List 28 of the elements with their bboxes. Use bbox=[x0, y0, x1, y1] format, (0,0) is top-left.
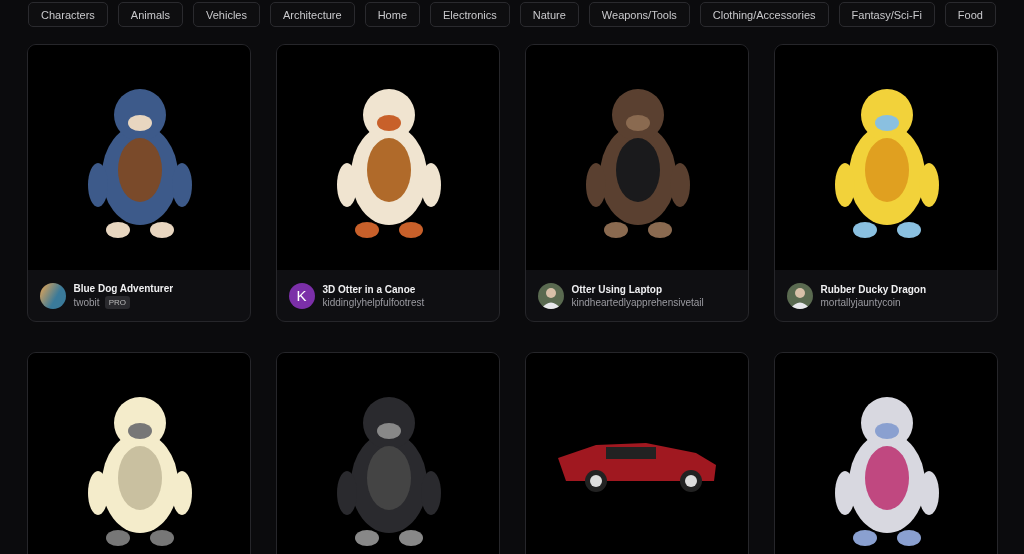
model-card[interactable]: Blue Dog Adventurer twobit PRO bbox=[26, 44, 251, 322]
category-chip[interactable]: Fantasy/Sci-Fi bbox=[838, 2, 935, 27]
author-name[interactable]: mortallyjauntycoin bbox=[820, 296, 901, 308]
category-chip[interactable]: Nature bbox=[519, 2, 579, 27]
model-card[interactable]: Otter Using Laptop kindheartedlyapprehensivetail bbox=[524, 44, 749, 322]
category-chip[interactable]: Food bbox=[944, 2, 996, 27]
category-chip[interactable]: Architecture bbox=[269, 2, 355, 27]
pro-badge: PRO bbox=[104, 295, 130, 309]
model-title: 3D Otter in a Canoe bbox=[322, 283, 417, 295]
model-card[interactable]: Rubber Ducky Dragon mortallyjauntycoin bbox=[773, 44, 998, 322]
model-title: Otter Using Laptop bbox=[571, 283, 664, 295]
category-chip[interactable]: Weapons/Tools bbox=[588, 2, 690, 27]
category-chip[interactable]: Electronics bbox=[430, 2, 510, 27]
avatar: K bbox=[288, 282, 315, 309]
model-card[interactable]: K 3D Otter in a Canoe kiddinglyhelpfulfootrest bbox=[275, 44, 500, 322]
author-name[interactable]: twobit bbox=[73, 296, 100, 308]
author-name[interactable]: kindheartedlyapprehensivetail bbox=[571, 296, 704, 308]
avatar bbox=[537, 282, 564, 309]
author-name[interactable]: kiddinglyhelpfulfootrest bbox=[322, 296, 425, 308]
avatar bbox=[786, 282, 813, 309]
category-chip[interactable]: Home bbox=[364, 2, 420, 27]
category-chip[interactable]: Characters bbox=[28, 2, 108, 27]
model-title: Rubber Ducky Dragon bbox=[820, 283, 927, 295]
category-chip[interactable]: Vehicles bbox=[192, 2, 260, 27]
category-chip[interactable]: Animals bbox=[117, 2, 183, 27]
avatar bbox=[39, 282, 66, 309]
category-chip[interactable]: Clothing/Accessories bbox=[699, 2, 829, 27]
model-title: Blue Dog Adventurer bbox=[73, 282, 174, 294]
